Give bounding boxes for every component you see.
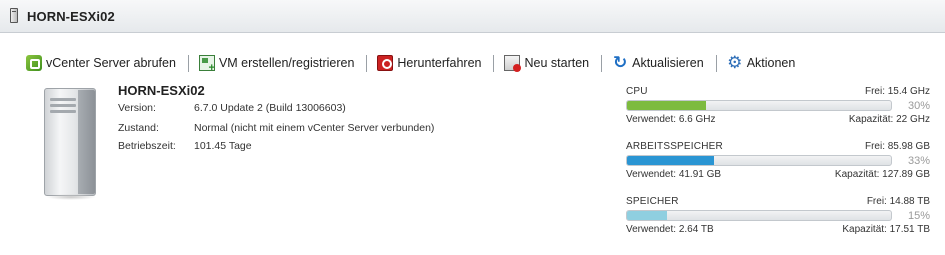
info-row-state: Zustand: Normal (nicht mit einem vCenter… xyxy=(118,122,434,134)
actions-button[interactable]: ⚙ Aktionen xyxy=(727,53,796,72)
resource-free: Frei: 15.4 GHz xyxy=(864,86,930,97)
restart-label: Neu starten xyxy=(524,56,590,70)
info-value: 101.45 Tage xyxy=(194,140,252,152)
server-image xyxy=(44,88,96,200)
refresh-label: Aktualisieren xyxy=(632,56,704,70)
resource-used: Verwendet: 2.64 TB xyxy=(626,224,714,235)
resource-used: Verwendet: 6.6 GHz xyxy=(626,114,716,125)
resource-name: SPEICHER xyxy=(626,196,679,207)
resource-free: Frei: 14.88 TB xyxy=(866,196,930,207)
restart-icon xyxy=(504,55,522,72)
host-name: HORN-ESXi02 xyxy=(118,83,205,98)
vcenter-icon xyxy=(26,55,42,71)
resource-percent: 15% xyxy=(907,209,930,222)
shutdown-icon xyxy=(377,55,394,71)
gear-icon: ⚙ xyxy=(727,53,743,72)
resource-name: CPU xyxy=(626,86,648,97)
resource-name: ARBEITSSPEICHER xyxy=(626,141,723,152)
get-vcenter-label: vCenter Server abrufen xyxy=(46,56,176,70)
usage-bar xyxy=(626,155,892,166)
toolbar-separator xyxy=(187,54,189,72)
info-row-uptime: Betriebszeit: 101.45 Tage xyxy=(118,140,252,152)
resource-capacity: Kapazität: 127.89 GB xyxy=(834,169,930,180)
refresh-icon: ↻ xyxy=(612,53,628,72)
get-vcenter-button[interactable]: vCenter Server abrufen xyxy=(26,55,176,71)
resource-used: Verwendet: 41.91 GB xyxy=(626,169,722,180)
resource-cpu: CPU Frei: 15.4 GHz 30% Verwendet: 6.6 GH… xyxy=(626,85,930,126)
usage-bar xyxy=(626,100,892,111)
shutdown-label: Herunterfahren xyxy=(397,56,482,70)
create-register-vm-button[interactable]: VM erstellen/registrieren xyxy=(198,55,355,74)
toolbar-separator xyxy=(715,54,717,72)
usage-bar-fill xyxy=(627,156,715,165)
resource-memory: ARBEITSSPEICHER Frei: 85.98 GB 33% Verwe… xyxy=(626,140,930,181)
window-title: HORN-ESXi02 xyxy=(27,8,115,24)
actions-label: Aktionen xyxy=(746,56,796,70)
info-value: 6.7.0 Update 2 (Build 13006603) xyxy=(194,102,346,114)
toolbar-separator xyxy=(493,54,495,72)
usage-bar xyxy=(626,210,892,221)
resource-free: Frei: 85.98 GB xyxy=(864,141,930,152)
title-bar: HORN-ESXi02 xyxy=(0,0,945,33)
info-value: Normal (nicht mit einem vCenter Server v… xyxy=(194,122,435,134)
info-label: Zustand: xyxy=(118,122,159,134)
toolbar-separator xyxy=(601,54,603,72)
resource-capacity: Kapazität: 22 GHz xyxy=(848,114,930,125)
info-row-version: Version: 6.7.0 Update 2 (Build 13006603) xyxy=(118,102,346,114)
resource-percent: 33% xyxy=(907,154,930,167)
shutdown-button[interactable]: Herunterfahren xyxy=(377,55,481,71)
vm-add-icon xyxy=(198,55,215,74)
restart-button[interactable]: Neu starten xyxy=(504,55,590,72)
usage-bar-fill xyxy=(627,101,707,110)
info-label: Betriebszeit: xyxy=(118,140,176,152)
refresh-button[interactable]: ↻ Aktualisieren xyxy=(612,53,704,72)
toolbar: vCenter Server abrufen VM erstellen/regi… xyxy=(26,53,796,74)
host-icon xyxy=(8,7,20,25)
resource-storage: SPEICHER Frei: 14.88 TB 15% Verwendet: 2… xyxy=(626,195,930,236)
resource-capacity: Kapazität: 17.51 TB xyxy=(842,224,930,235)
toolbar-separator xyxy=(366,54,368,72)
info-label: Version: xyxy=(118,102,156,114)
usage-bar-fill xyxy=(627,211,667,220)
resource-percent: 30% xyxy=(907,99,930,112)
create-register-vm-label: VM erstellen/registrieren xyxy=(218,56,355,70)
